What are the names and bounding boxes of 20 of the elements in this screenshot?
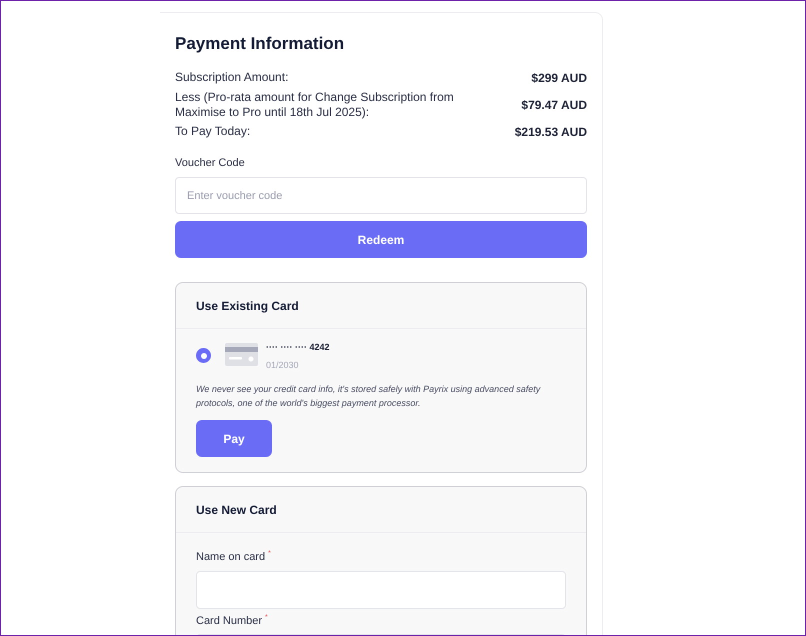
summary-amount: $299 AUD [531,70,587,86]
card-number: ···· ···· ···· 4242 [266,341,330,354]
summary-label: To Pay Today: [175,124,252,139]
panel-title: Use New Card [196,502,277,518]
summary-label: Subscription Amount: [175,70,290,85]
credit-card-icon [225,343,258,366]
redeem-button[interactable]: Redeem [175,221,587,258]
field-label: Name on card [196,550,266,565]
security-note: We never see your credit card info, it's stored safely with Payrix using advanced safety protocols, one of the world's biggest payment processor. [196,383,542,410]
field-label: Voucher Code [175,156,246,170]
summary-amount: $219.53 AUD [514,124,587,140]
voucher-input[interactable]: Enter voucher code [175,177,587,214]
card-expiry: 01/2030 [266,358,300,372]
field-label: Card Number [196,614,262,628]
summary-amount: $79.47 AUD [521,96,587,114]
pay-button[interactable]: Pay [196,420,272,457]
panel-title: Use Existing Card [196,298,299,314]
summary-label: Less (Pro-rata amount for Change Subscription from Maximise to Pro until 18th Jul 2025): [175,90,455,120]
page-title: Payment Information [175,33,346,55]
card-radio[interactable] [196,348,211,363]
